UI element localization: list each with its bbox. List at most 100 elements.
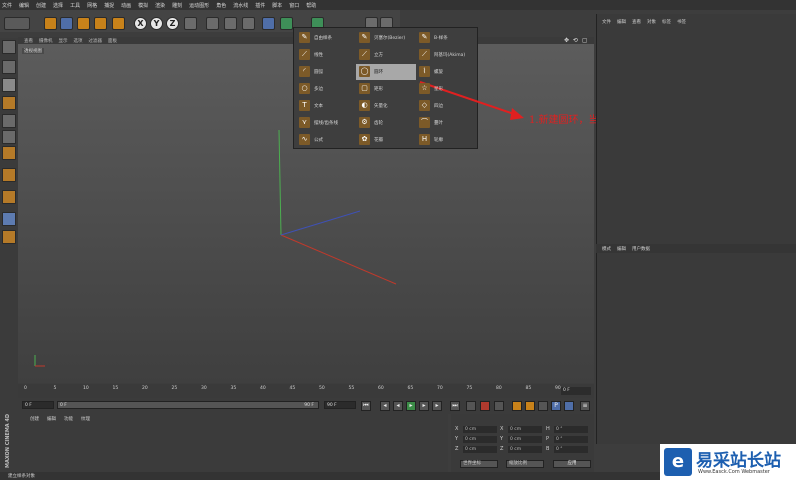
attribute-manager-menu-item[interactable]: 用户数据 [632,246,650,252]
coord-axis-label: X [455,426,459,432]
coord-rotation-field[interactable]: 0 ° [554,436,588,443]
profile-icon: H [419,134,430,145]
spline-menu-item[interactable]: ⟋ 线性 [296,47,356,63]
coord-rotation-field[interactable]: 0 ° [554,446,588,453]
spline-menu-item[interactable]: ▢ 矩形 [356,81,416,97]
spline-menu-item[interactable]: ⟋ 立方 [356,47,416,63]
range-start-label: 0 F [60,403,67,408]
spline-menu-item[interactable]: ◐ 矢量化 [356,98,416,114]
timeline-tick-label: 65 [407,386,414,391]
spline-menu-item[interactable]: ✎ 自由样条 [296,30,356,46]
record-keys-button[interactable] [466,401,476,411]
spline-menu-item[interactable]: ◜ 圆弧 [296,64,356,80]
next-key-button[interactable]: ▸ [432,401,442,411]
coordinate-mode-select[interactable]: 世界坐标 [460,460,498,468]
key-pla-button[interactable] [564,401,574,411]
spline-menu-item[interactable]: ☆ 星形 [416,81,476,97]
spline-menu-label: 四边 [434,104,443,109]
spline-menu-label: 圆弧 [314,70,323,75]
spline-menu-item[interactable]: ◯ 圆环 [356,64,416,80]
spline-menu-item[interactable]: ∿ 公式 [296,132,356,148]
spline-menu-label: 自由样条 [314,36,332,41]
spline-menu-label: 圆环 [374,70,383,75]
attribute-manager-panel [596,244,796,444]
spline-menu-label: 线性 [314,53,323,58]
spline-menu-label: 文本 [314,104,323,109]
spline-menu-label: 阿基玛(Akima) [434,53,466,58]
material-manager-menu-item[interactable]: 功能 [64,416,73,422]
spline-menu-label: 公式 [314,138,323,143]
timeline-tick-label: 10 [83,386,89,391]
attribute-manager-menu-item[interactable]: 模式 [602,246,611,252]
prev-frame-button[interactable]: ◂ [393,401,403,411]
spline-menu-label: 轮廓 [434,138,443,143]
spline-menu-item[interactable]: T 文本 [296,98,356,114]
spline-menu-item[interactable]: ✎ B-样条 [416,30,476,46]
go-to-start-button[interactable]: ⏮ [361,401,371,411]
spline-menu-item[interactable]: ⟋ 阿基玛(Akima) [416,47,476,63]
object-manager-menu-item[interactable]: 对象 [647,19,656,25]
frame-range-slider[interactable]: 0 F 90 F [57,401,319,409]
spline-menu-label: 摆线/齿条线 [314,121,339,126]
material-manager-menu-item[interactable]: 纹理 [81,416,90,422]
attribute-manager-menubar: 模式 编辑 用户数据 [596,244,796,253]
spline-menu-item[interactable]: ○ 多边 [296,81,356,97]
spline-menu-item[interactable]: ⚙ 齿轮 [356,115,416,131]
key-scale-button[interactable] [525,401,535,411]
material-manager-menu-item[interactable]: 创建 [30,416,39,422]
material-manager-menubar: 创建 编辑 功能 纹理 [30,416,98,422]
timeline-tick-label: 80 [496,386,502,391]
key-rotation-button[interactable] [538,401,548,411]
key-position-button[interactable] [512,401,522,411]
timeline-menu-button[interactable]: ≡ [580,401,590,411]
spline-menu-label: 星形 [434,87,443,92]
akima-icon: ⟋ [419,49,430,60]
spline-menu-label: 立方 [374,53,383,58]
spline-menu-item[interactable]: H 轮廓 [416,132,476,148]
spline-menu-label: 蔓叶 [434,121,443,126]
timeline-tick-label: 20 [142,386,148,391]
timeline-tick-label: 25 [171,386,178,391]
next-frame-button[interactable]: ▸ [419,401,429,411]
spline-menu-item[interactable]: ◇ 四边 [416,98,476,114]
spline-menu-item[interactable]: ⌇ 螺旋 [416,64,476,80]
prev-key-button[interactable]: ◂ [380,401,390,411]
timeline-ruler[interactable] [18,384,594,398]
material-manager-menu-item[interactable]: 编辑 [47,416,56,422]
scale-mode-select[interactable]: 缩放比例 [506,460,544,468]
object-manager-menu-item[interactable]: 书签 [677,19,686,25]
object-manager-menu-item[interactable]: 查看 [632,19,641,25]
max-frame-field[interactable]: 90 F [324,401,356,409]
spline-menu-item[interactable]: ⋎ 摆线/齿条线 [296,115,356,131]
attribute-manager-menu-item[interactable]: 编辑 [617,246,626,252]
spline-menu-item[interactable]: ✿ 花瓣 [356,132,416,148]
spline-menu-item[interactable]: ✎ 贝塞尔(Bezier) [356,30,416,46]
play-button[interactable]: ▸ [406,401,416,411]
object-manager-menu-item[interactable]: 编辑 [617,19,626,25]
key-parameter-button[interactable]: P [551,401,561,411]
auto-keying-button[interactable] [480,401,490,411]
cubic-icon: ⟋ [359,49,370,60]
coord-size-field[interactable]: 0 cm [508,426,542,433]
start-frame-field[interactable]: 0 F [22,401,54,409]
coord-size-field[interactable]: 0 cm [508,436,542,443]
coord-size-field[interactable]: 0 cm [508,446,542,453]
object-manager-menu-item[interactable]: 标签 [662,19,671,25]
coord-rotation-label: P [546,436,550,442]
coord-position-field[interactable]: 0 cm [463,436,497,443]
coord-rotation-field[interactable]: 0 ° [554,426,588,433]
timeline-tick-label: 70 [437,386,443,391]
timeline-tick-label: 30 [201,386,207,391]
maxon-logo-text: MAXON CINEMA 4D [5,413,11,468]
spline-menu-item[interactable]: ⌒ 蔓叶 [416,115,476,131]
object-manager-menu-item[interactable]: 文件 [602,19,611,25]
go-to-end-button[interactable]: ⏭ [450,401,460,411]
timeline-current-frame-field[interactable]: 0 F [561,387,591,395]
coord-position-field[interactable]: 0 cm [463,426,497,433]
coord-axis-label: Z [455,446,459,452]
apply-button[interactable]: 应用 [553,460,591,468]
spline-menu-label: 矢量化 [374,104,388,109]
maxon-logo: MAXON CINEMA 4D [2,413,16,468]
coord-position-field[interactable]: 0 cm [463,446,497,453]
keyframe-selection-button[interactable] [494,401,504,411]
